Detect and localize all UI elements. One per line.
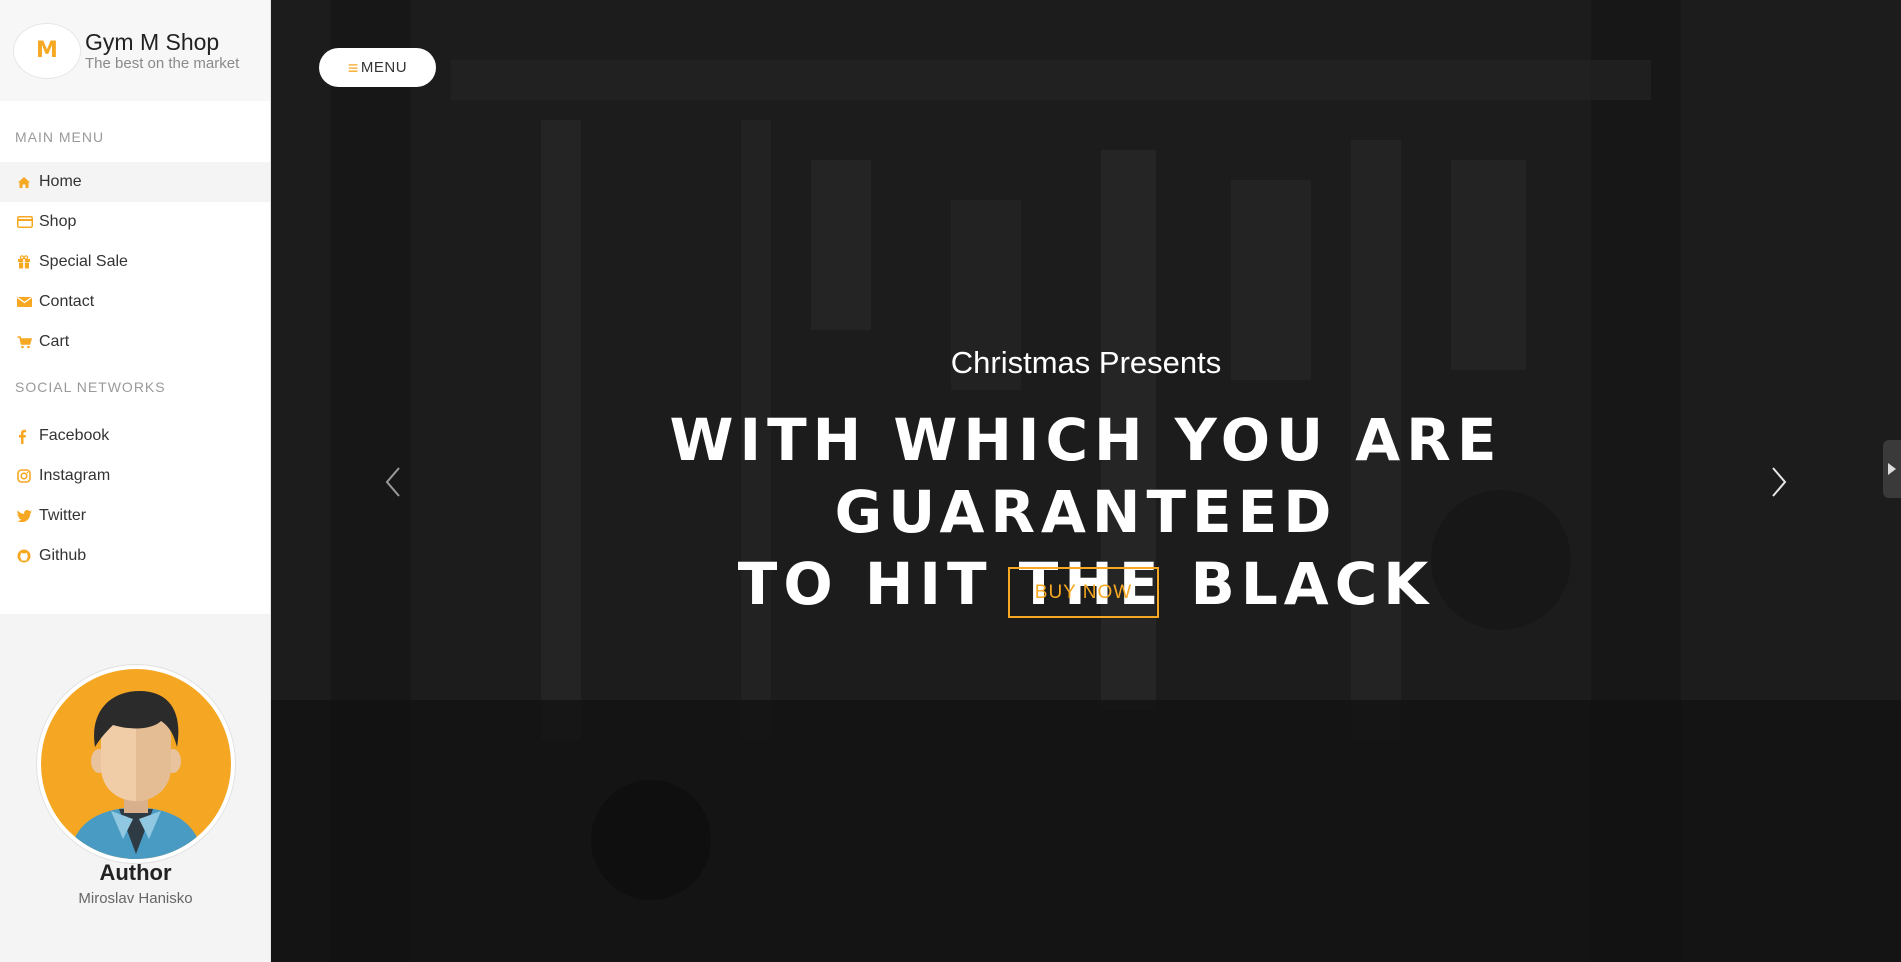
brand-logo[interactable]: M — [14, 23, 80, 78]
home-icon — [17, 176, 37, 189]
gift-icon — [17, 255, 37, 269]
brand-subtitle: The best on the market — [85, 54, 240, 72]
play-icon — [1888, 463, 1896, 475]
sidebar-item-special-sale[interactable]: Special Sale — [0, 242, 270, 282]
author-title: Author — [99, 860, 172, 885]
sidebar-item-github[interactable]: Github — [0, 536, 270, 576]
buy-now-button[interactable]: BUY NOW — [1008, 567, 1159, 618]
facebook-icon — [17, 429, 37, 444]
sidebar-item-home[interactable]: Home — [0, 162, 270, 202]
avatar — [37, 665, 235, 863]
sidebar-item-label: Cart — [39, 333, 70, 350]
sidebar-item-label: Github — [39, 547, 87, 564]
sidebar-item-label: Special Sale — [39, 253, 128, 270]
github-icon — [17, 549, 37, 563]
instagram-icon — [17, 469, 37, 483]
menu-toggle-button[interactable]: ≡ MENU — [319, 48, 436, 87]
social-networks-title: SOCIAL NETWORKS — [15, 379, 166, 395]
menu-toggle-label: MENU — [360, 59, 408, 76]
brand-title: Gym M Shop — [85, 28, 220, 55]
sidebar-item-label: Contact — [39, 293, 95, 310]
brand-text: Gym M Shop The best on the market — [85, 29, 239, 73]
main-menu: Home Shop Special Sale Contact Cart — [0, 162, 270, 362]
hero-headline-line1: WITH WHICH YOU ARE GUARANTEED — [669, 406, 1503, 546]
sidebar-item-label: Twitter — [39, 507, 87, 524]
social-menu: Facebook Instagram Twitter Github — [0, 416, 270, 576]
sidebar: M Gym M Shop The best on the market MAIN… — [0, 0, 271, 962]
sidebar-item-label: Shop — [39, 213, 77, 230]
author-name: Miroslav Hanisko — [78, 890, 193, 907]
main-menu-title: MAIN MENU — [15, 129, 105, 145]
hero-subtitle: Christmas Presents — [950, 345, 1222, 380]
brand-header[interactable]: M Gym M Shop The best on the market — [0, 0, 270, 101]
slider-prev-button[interactable] — [375, 458, 411, 506]
sidebar-item-cart[interactable]: Cart — [0, 322, 270, 362]
sidebar-item-contact[interactable]: Contact — [0, 282, 270, 322]
sidebar-item-label: Home — [39, 173, 82, 190]
sidebar-item-shop[interactable]: Shop — [0, 202, 270, 242]
sidebar-item-label: Facebook — [39, 427, 110, 444]
slider-next-button[interactable] — [1761, 458, 1797, 506]
sidebar-item-label: Instagram — [39, 467, 111, 484]
sidebar-item-facebook[interactable]: Facebook — [0, 416, 270, 456]
sidebar-item-twitter[interactable]: Twitter — [0, 496, 270, 536]
cart-icon — [17, 335, 37, 349]
credit-card-icon — [17, 216, 37, 228]
hamburger-icon: ≡ — [347, 57, 359, 78]
twitter-icon — [17, 510, 37, 522]
envelope-icon — [17, 296, 37, 308]
hero-slider: ≡ MENU Christmas Presents WITH WHICH YOU… — [271, 0, 1901, 962]
side-panel-tab[interactable] — [1883, 440, 1901, 498]
author-card: Author Miroslav Hanisko — [0, 614, 270, 962]
chevron-left-icon — [385, 467, 400, 497]
sidebar-item-instagram[interactable]: Instagram — [0, 456, 270, 496]
chevron-right-icon — [1772, 467, 1787, 497]
